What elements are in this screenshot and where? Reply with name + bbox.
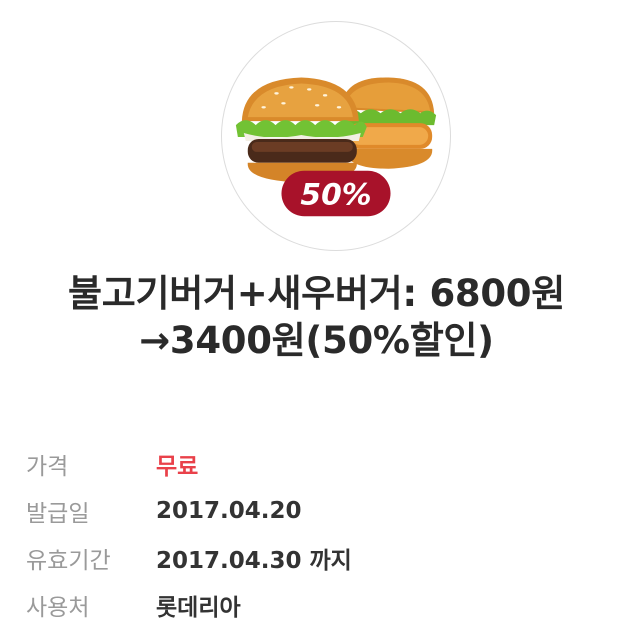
burger-illustration: 50%	[235, 77, 437, 217]
detail-row-price: 가격 무료	[26, 440, 606, 487]
issue-date-value: 2017.04.20	[156, 497, 302, 524]
coupon-details: 가격 무료 발급일 2017.04.20 유효기간 2017.04.30 까지 …	[26, 440, 606, 628]
product-image: 50%	[221, 21, 451, 251]
discount-badge: 50%	[281, 170, 391, 217]
discount-badge-text: 50%	[300, 177, 371, 212]
store-value: 롯데리아	[156, 594, 241, 621]
detail-row-store: 사용처 롯데리아	[26, 581, 606, 628]
price-value: 무료	[156, 453, 199, 480]
coupon-title: 불고기버거+새우버거: 6800원 →3400원(50%할인)	[10, 270, 623, 364]
detail-row-issue-date: 발급일 2017.04.20	[26, 487, 606, 534]
bulgogi-burger-image	[235, 77, 367, 183]
detail-row-expiry: 유효기간 2017.04.30 까지	[26, 534, 606, 581]
price-label: 가격	[26, 453, 69, 480]
coupon-title-line2: →3400원(50%할인)	[139, 319, 494, 362]
expiry-label: 유효기간	[26, 547, 111, 574]
store-label: 사용처	[26, 594, 90, 621]
expiry-value: 2017.04.30 까지	[156, 547, 352, 574]
coupon-title-line1: 불고기버거+새우버거: 6800원	[68, 272, 565, 315]
issue-date-label: 발급일	[26, 500, 90, 527]
